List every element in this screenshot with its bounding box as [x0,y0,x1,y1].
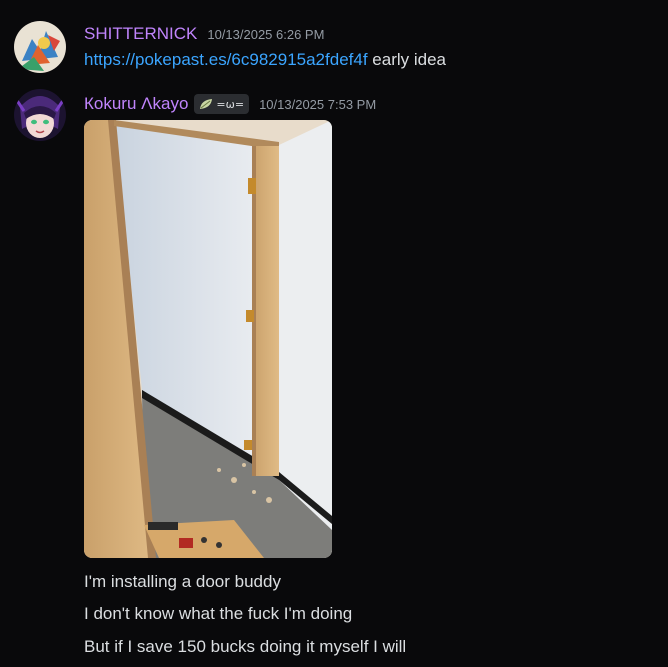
door-photo [84,120,332,558]
chat-log: SHITTERNICK 10/13/2025 6:26 PM https://p… [0,0,668,667]
guild-tag[interactable]: =ω= [194,94,250,114]
username[interactable]: Кokuru Λkayo [84,94,188,114]
message-header: Кokuru Λkayo =ω= 10/13/2025 7:53 PM [84,93,376,115]
image-attachment[interactable] [84,120,332,558]
timestamp: 10/13/2025 7:53 PM [259,96,377,112]
avatar[interactable] [14,89,66,141]
message-2: Кokuru Λkayo =ω= 10/13/2025 7:53 PM I'm … [0,0,668,667]
message-line: I don't know what the fuck I'm doing [84,604,353,623]
user-avatar-image [14,89,66,141]
guild-tag-label: =ω= [216,97,245,111]
leaf-icon [200,99,213,109]
message-line: I'm installing a door buddy [84,572,281,591]
message-line: But if I save 150 bucks doing it myself … [84,637,407,656]
